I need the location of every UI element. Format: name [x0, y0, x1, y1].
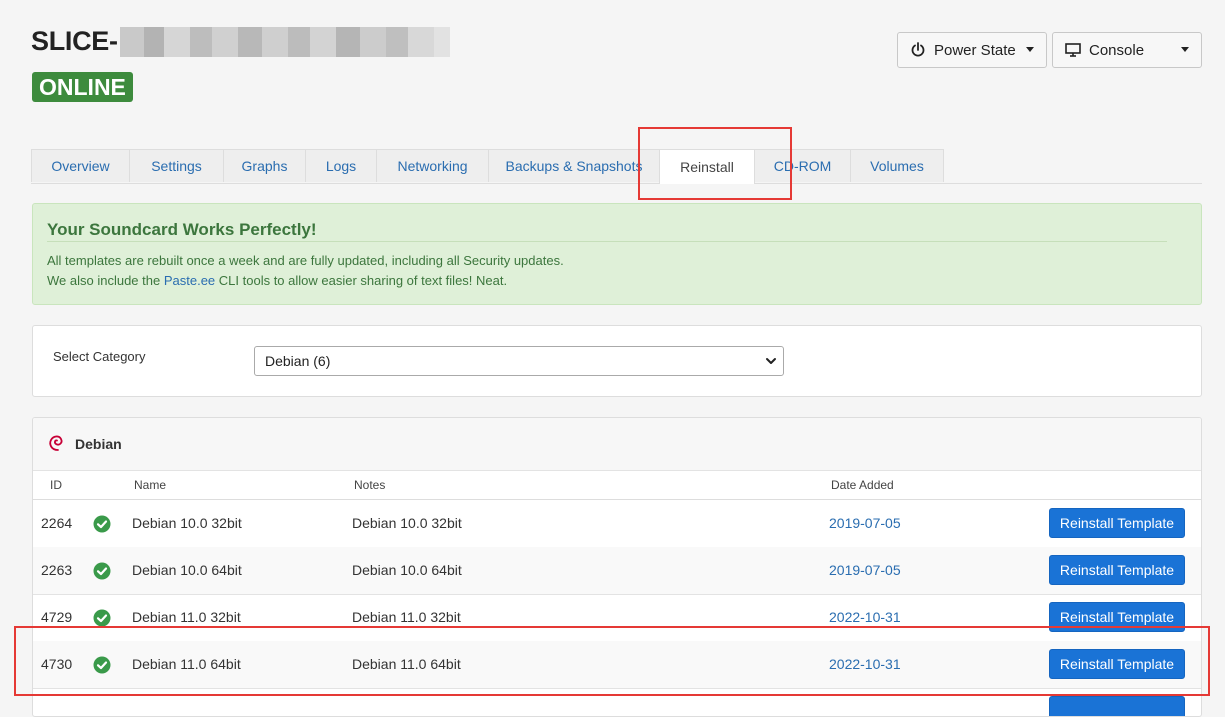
templates-panel: Debian ID Name Notes Date Added 2264 Deb… [32, 417, 1202, 717]
template-id: 4730 [41, 656, 73, 672]
template-group-title: Debian [75, 436, 122, 452]
reinstall-template-button[interactable]: Reinstall Template [1049, 649, 1185, 679]
alert-line-2: We also include the Paste.ee CLI tools t… [47, 273, 507, 288]
redacted-hostname [119, 26, 450, 57]
tab-backups-snapshots[interactable]: Backups & Snapshots [488, 149, 660, 182]
reinstall-template-button[interactable]: Reinstall Template [1049, 555, 1185, 585]
tab-cd-rom[interactable]: CD-ROM [754, 149, 851, 182]
template-date: 2022-10-31 [829, 609, 901, 625]
template-group-header: Debian [33, 418, 1201, 471]
tab-graphs[interactable]: Graphs [223, 149, 306, 182]
template-id: 2264 [41, 515, 73, 531]
debian-swirl-icon [49, 435, 63, 451]
column-header-notes: Notes [354, 478, 386, 492]
column-header-name: Name [134, 478, 167, 492]
status-badge: ONLINE [32, 72, 133, 102]
table-row: 2264 Debian 10.0 32bit Debian 10.0 32bit… [33, 500, 1201, 548]
category-selected-value: Debian (6) [265, 353, 331, 369]
tab-overview[interactable]: Overview [31, 149, 130, 182]
tab-reinstall[interactable]: Reinstall [659, 149, 755, 184]
power-state-button[interactable]: Power State [897, 32, 1047, 68]
paste-ee-link[interactable]: Paste.ee [164, 273, 215, 288]
tab-logs[interactable]: Logs [305, 149, 377, 182]
power-state-label: Power State [934, 41, 1016, 59]
alert-title: Your Soundcard Works Perfectly! [47, 220, 317, 239]
template-notes: Debian 10.0 64bit [352, 562, 462, 578]
template-name: Debian 10.0 64bit [132, 562, 242, 578]
tab-bar: Overview Settings Graphs Logs Networking… [31, 149, 1202, 184]
chevron-down-icon [1026, 47, 1034, 52]
check-circle-icon [93, 656, 111, 674]
console-label: Console [1089, 41, 1145, 59]
tab-settings[interactable]: Settings [129, 149, 224, 182]
power-icon [911, 42, 925, 57]
template-name: Debian 11.0 64bit [132, 656, 241, 672]
category-select[interactable]: Debian (6) [254, 346, 784, 376]
table-row: 2263 Debian 10.0 64bit Debian 10.0 64bit… [33, 547, 1201, 595]
success-alert: Your Soundcard Works Perfectly! All temp… [32, 203, 1202, 305]
category-panel: Select Category Debian (6) [32, 325, 1202, 397]
chevron-down-icon [1181, 47, 1189, 52]
alert-text: We also include the [47, 273, 164, 288]
reinstall-template-button[interactable]: Reinstall Template [1049, 602, 1185, 632]
table-row: 4730 Debian 11.0 64bit Debian 11.0 64bit… [33, 641, 1201, 689]
alert-text: CLI tools to allow easier sharing of tex… [215, 273, 508, 288]
template-date: 2019-07-05 [829, 515, 901, 531]
check-circle-icon [93, 609, 111, 627]
reinstall-template-button[interactable]: Reinstall Template [1049, 508, 1185, 538]
column-header-id: ID [50, 478, 62, 492]
table-row [33, 688, 1201, 716]
category-label: Select Category [53, 349, 146, 364]
template-notes: Debian 11.0 64bit [352, 656, 461, 672]
template-name: Debian 11.0 32bit [132, 609, 241, 625]
template-id: 2263 [41, 562, 73, 578]
monitor-icon [1065, 43, 1081, 57]
alert-divider [47, 241, 1167, 242]
template-notes: Debian 11.0 32bit [352, 609, 461, 625]
tab-volumes[interactable]: Volumes [850, 149, 944, 182]
template-id: 4729 [41, 609, 73, 625]
check-circle-icon [93, 515, 111, 533]
table-row: 4729 Debian 11.0 32bit Debian 11.0 32bit… [33, 594, 1201, 642]
template-notes: Debian 10.0 32bit [352, 515, 462, 531]
alert-line-1: All templates are rebuilt once a week an… [47, 253, 564, 268]
tab-networking[interactable]: Networking [376, 149, 489, 182]
reinstall-template-button[interactable] [1049, 696, 1185, 716]
chevron-down-icon [766, 358, 776, 364]
template-name: Debian 10.0 32bit [132, 515, 242, 531]
console-button[interactable]: Console [1052, 32, 1202, 68]
column-header-date: Date Added [831, 478, 894, 492]
server-name: SLICE- [31, 26, 118, 56]
check-circle-icon [93, 562, 111, 580]
page-title: SLICE- [31, 26, 450, 57]
template-date: 2022-10-31 [829, 656, 901, 672]
template-date: 2019-07-05 [829, 562, 901, 578]
